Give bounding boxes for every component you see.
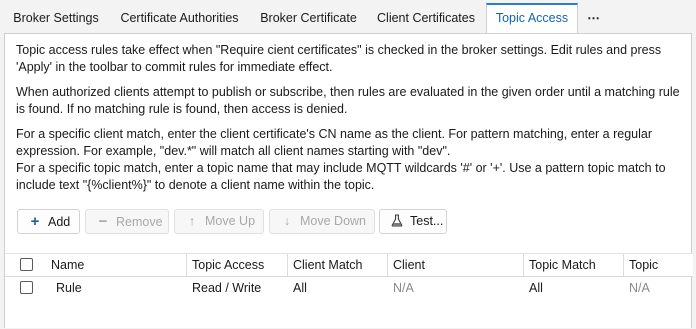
column-header-client[interactable]: Client: [387, 254, 523, 276]
table-row[interactable]: Rule Read / Write All N/A All N/A: [5, 277, 693, 299]
row-checkbox[interactable]: [20, 281, 33, 294]
column-header-name[interactable]: Name: [46, 254, 186, 276]
plus-icon: +: [30, 213, 40, 230]
arrow-up-icon: ↑: [188, 214, 196, 228]
description-paragraph-2: When authorized clients attempt to publi…: [16, 85, 680, 116]
move-up-button-label: Move Up: [205, 214, 256, 228]
topic-access-panel: Topic access rules take effect when "Req…: [4, 33, 693, 329]
tab-topic-access[interactable]: Topic Access: [486, 3, 578, 34]
move-up-button[interactable]: ↑ Move Up: [174, 209, 264, 234]
minus-icon: −: [98, 213, 108, 230]
description-paragraph-1: Topic access rules take effect when "Req…: [16, 43, 662, 74]
cell-topic: N/A: [629, 281, 650, 295]
cell-name: Rule: [56, 281, 82, 295]
remove-button-label: Remove: [116, 215, 163, 229]
tab-bar: Broker Settings Certificate Authorities …: [0, 0, 696, 34]
more-horizontal-icon[interactable]: ⋯: [584, 4, 604, 32]
column-header-topic[interactable]: Topic: [623, 254, 693, 276]
test-button[interactable]: Test...: [379, 209, 447, 234]
test-button-label: Test...: [410, 214, 444, 228]
tab-certificate-authorities[interactable]: Certificate Authorities: [112, 4, 247, 32]
description-paragraph-4: For a specific topic match, enter a topi…: [16, 161, 666, 192]
arrow-down-icon: ↓: [283, 214, 291, 228]
cell-topic-match: All: [529, 281, 543, 295]
tab-broker-settings[interactable]: Broker Settings: [6, 4, 106, 32]
tab-client-certificates[interactable]: Client Certificates: [370, 4, 482, 32]
description-paragraph-3: For a specific client match, enter the c…: [16, 127, 653, 158]
add-button-label: Add: [48, 215, 71, 229]
select-all-checkbox[interactable]: [20, 258, 33, 271]
tab-broker-certificate[interactable]: Broker Certificate: [252, 4, 365, 32]
column-header-topic-match[interactable]: Topic Match: [523, 254, 623, 276]
move-down-button[interactable]: ↓ Move Down: [269, 209, 375, 234]
cell-client: N/A: [393, 281, 414, 295]
add-button[interactable]: + Add: [17, 209, 80, 234]
rules-table: Name Topic Access Client Match Client To…: [5, 253, 693, 329]
move-down-button-label: Move Down: [300, 214, 366, 228]
column-header-topic-access[interactable]: Topic Access: [186, 254, 287, 276]
cell-client-match: All: [293, 281, 307, 295]
remove-button[interactable]: − Remove: [85, 209, 169, 234]
table-header: Name Topic Access Client Match Client To…: [5, 253, 693, 277]
flask-icon: [390, 210, 404, 233]
cell-topic-access: Read / Write: [192, 281, 262, 295]
column-header-client-match[interactable]: Client Match: [287, 254, 387, 276]
